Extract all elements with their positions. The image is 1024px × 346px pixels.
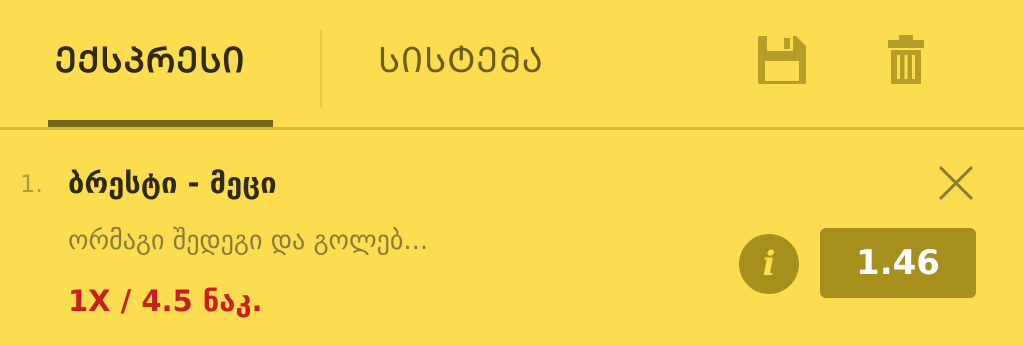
odds-button[interactable]: 1.46 bbox=[820, 228, 976, 298]
save-button[interactable] bbox=[756, 34, 808, 86]
delete-all-button[interactable] bbox=[880, 34, 932, 86]
info-icon: i bbox=[762, 244, 776, 284]
bet-selection: 1X / 4.5 ნაკ. bbox=[68, 284, 263, 318]
tab-system[interactable]: ᲡᲘᲡᲢᲔᲛᲐ bbox=[378, 36, 544, 86]
tab-divider bbox=[320, 30, 322, 108]
bet-index: 1. bbox=[20, 170, 43, 198]
betslip-header: ᲔᲥᲡᲞᲠᲔᲡᲘ ᲡᲘᲡᲢᲔᲛᲐ bbox=[0, 0, 1024, 130]
tab-express[interactable]: ᲔᲥᲡᲞᲠᲔᲡᲘ bbox=[55, 36, 245, 86]
bet-event-name: ბრესტი - მეცი bbox=[68, 166, 277, 200]
save-icon bbox=[758, 36, 806, 84]
betslip-panel: ᲔᲥᲡᲞᲠᲔᲡᲘ ᲡᲘᲡᲢᲔᲛᲐ 1. ბრესტი - მეცი ორმაგი… bbox=[0, 0, 1024, 346]
header-divider bbox=[0, 127, 1024, 130]
remove-bet-button[interactable] bbox=[936, 163, 976, 203]
bet-market-name: ორმაგი შედეგი და გოლებ... bbox=[68, 226, 429, 256]
bet-info-button[interactable]: i bbox=[739, 234, 799, 294]
trash-icon bbox=[888, 35, 924, 84]
close-icon bbox=[938, 165, 974, 201]
